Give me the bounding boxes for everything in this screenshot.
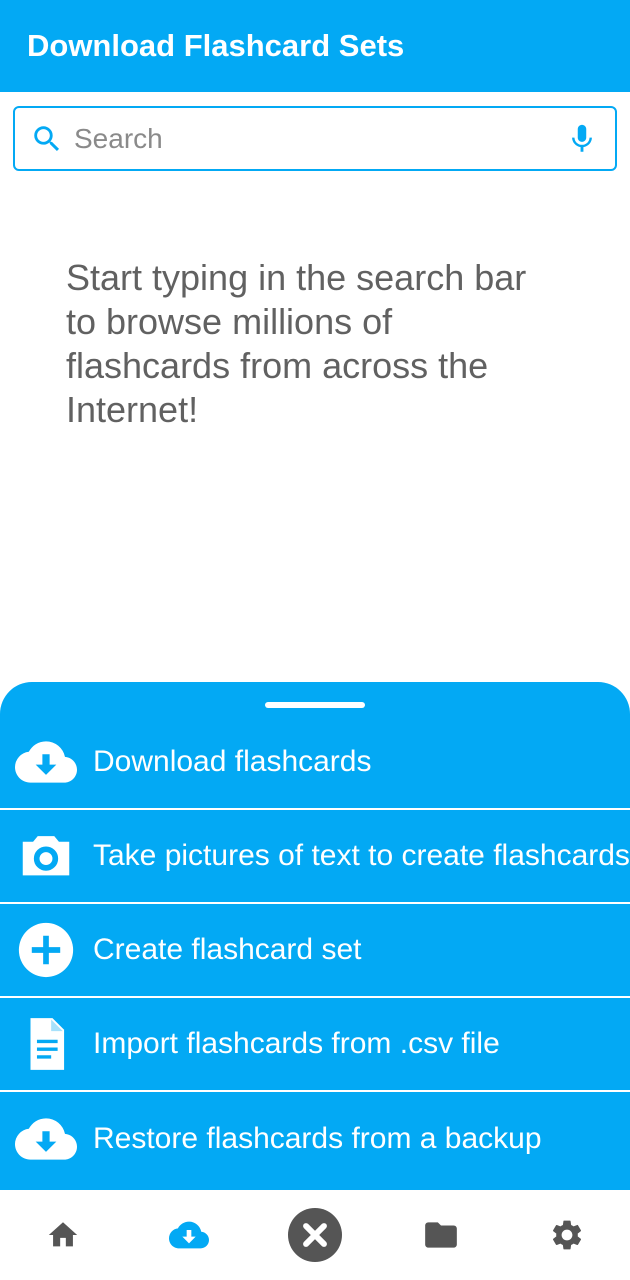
page-title: Download Flashcard Sets — [27, 28, 405, 63]
cloud-download-icon — [15, 731, 77, 793]
cloud-download-icon — [15, 1108, 77, 1170]
close-sheet-button[interactable] — [275, 1195, 355, 1275]
microphone-icon[interactable] — [565, 122, 599, 156]
camera-icon — [15, 825, 77, 887]
menu-item-label: Import flashcards from .csv file — [93, 1027, 500, 1060]
cloud-download-icon — [169, 1221, 209, 1249]
menu-item-label: Create flashcard set — [93, 933, 362, 966]
menu-item-label: Take pictures of text to create flashcar… — [93, 839, 630, 872]
search-input[interactable] — [74, 108, 565, 169]
add-circle-icon — [15, 919, 77, 981]
actions-list: Download flashcards Take pictures of tex… — [0, 716, 630, 1186]
bottom-navigation — [0, 1190, 630, 1280]
menu-item-label: Download flashcards — [93, 745, 372, 778]
download-flashcards-option[interactable]: Download flashcards — [0, 716, 630, 810]
import-csv-option[interactable]: Import flashcards from .csv file — [0, 998, 630, 1092]
app-bar: Download Flashcard Sets — [0, 0, 630, 92]
document-icon — [15, 1013, 77, 1075]
nav-folder[interactable] — [401, 1195, 481, 1275]
nav-download[interactable] — [149, 1195, 229, 1275]
home-icon — [48, 1222, 78, 1247]
app-root: Download Flashcard Sets Start typing in … — [0, 0, 630, 1280]
search-bar[interactable] — [13, 106, 617, 171]
camera-create-option[interactable]: Take pictures of text to create flashcar… — [0, 810, 630, 904]
search-icon — [34, 125, 60, 151]
close-icon — [288, 1208, 342, 1262]
menu-item-label: Restore flashcards from a backup — [93, 1122, 542, 1155]
gear-icon — [552, 1220, 582, 1250]
create-set-option[interactable]: Create flashcard set — [0, 904, 630, 998]
restore-backup-option[interactable]: Restore flashcards from a backup — [0, 1092, 630, 1186]
nav-home[interactable] — [23, 1195, 103, 1275]
empty-state-message: Start typing in the search bar to browse… — [66, 257, 527, 430]
actions-bottom-sheet: Download flashcards Take pictures of tex… — [0, 682, 630, 1190]
nav-settings[interactable] — [527, 1195, 607, 1275]
sheet-drag-handle[interactable] — [265, 702, 365, 708]
folder-icon — [425, 1222, 457, 1248]
